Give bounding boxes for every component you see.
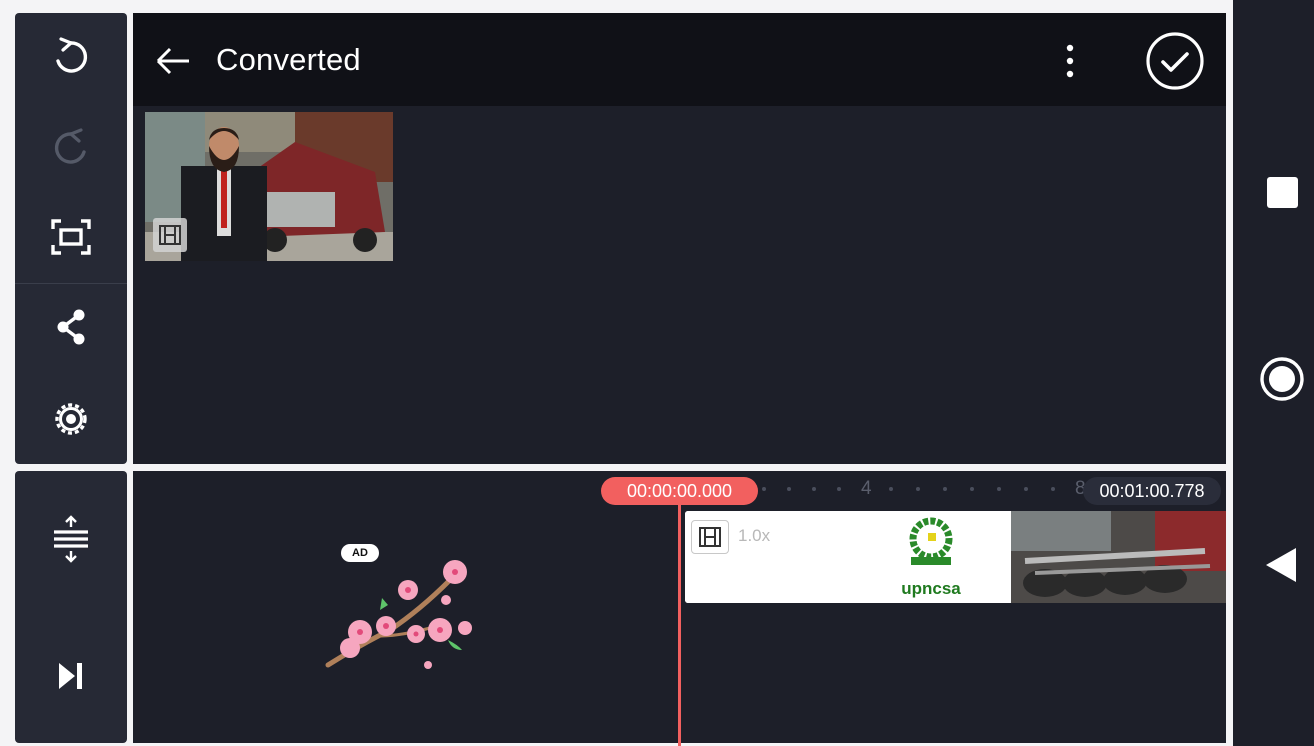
redo-button[interactable] — [15, 118, 127, 178]
video-badge — [153, 218, 187, 252]
undo-icon — [56, 37, 88, 73]
ruler-tick — [787, 487, 791, 491]
back-button[interactable] — [153, 43, 193, 79]
recents-button[interactable] — [1267, 177, 1298, 208]
confirm-check-icon — [1146, 32, 1204, 90]
toolbar-divider — [15, 283, 127, 284]
expand-timeline-button[interactable] — [15, 509, 127, 569]
back-triangle-icon — [1266, 548, 1296, 582]
ruler-tick — [916, 487, 920, 491]
back-nav-button[interactable] — [1264, 546, 1298, 584]
film-icon — [699, 527, 721, 547]
clip-thumbnails: upncsa — [685, 511, 1226, 603]
redo-icon — [54, 128, 86, 164]
undo-button[interactable] — [15, 27, 127, 87]
settings-icon — [55, 403, 87, 435]
playhead[interactable] — [678, 490, 681, 746]
share-icon — [57, 309, 85, 345]
more-vert-icon — [1066, 44, 1074, 78]
settings-button[interactable] — [15, 389, 127, 449]
ruler-tick — [943, 487, 947, 491]
ruler-label: 4 — [861, 478, 872, 499]
current-time-display: 00:00:00.000 — [601, 477, 758, 505]
ruler-tick — [1051, 487, 1055, 491]
logo-text: upncsa — [901, 579, 961, 598]
ruler-tick — [837, 487, 841, 491]
ruler-tick — [1024, 487, 1028, 491]
home-button[interactable] — [1259, 356, 1305, 402]
skip-to-end-button[interactable] — [15, 646, 127, 706]
ad-blossom-illustration[interactable] — [320, 550, 480, 675]
ruler-tick — [889, 487, 893, 491]
ruler-tick — [812, 487, 816, 491]
clip-speed-label: 1.0x — [738, 526, 771, 545]
home-circle-icon — [1260, 357, 1304, 401]
duration-display: 00:01:00.778 — [1083, 477, 1221, 505]
clip-type-badge — [691, 520, 729, 554]
more-options-button[interactable] — [1058, 42, 1082, 82]
fullscreen-button[interactable] — [15, 207, 127, 267]
media-thumbnail[interactable] — [145, 112, 393, 261]
cherry-blossom-image — [325, 560, 472, 669]
video-clip[interactable]: upncsa — [685, 511, 1226, 603]
ruler-tick — [997, 487, 1001, 491]
share-button[interactable] — [15, 297, 127, 357]
ruler-tick — [970, 487, 974, 491]
skip-to-end-icon — [59, 663, 82, 689]
expand-timeline-icon — [54, 515, 88, 563]
fullscreen-icon — [51, 219, 91, 255]
film-icon — [159, 225, 181, 245]
ruler-tick — [762, 487, 766, 491]
confirm-button[interactable] — [1145, 31, 1205, 91]
page-title: Converted — [216, 42, 361, 77]
back-arrow-icon — [156, 47, 189, 75]
